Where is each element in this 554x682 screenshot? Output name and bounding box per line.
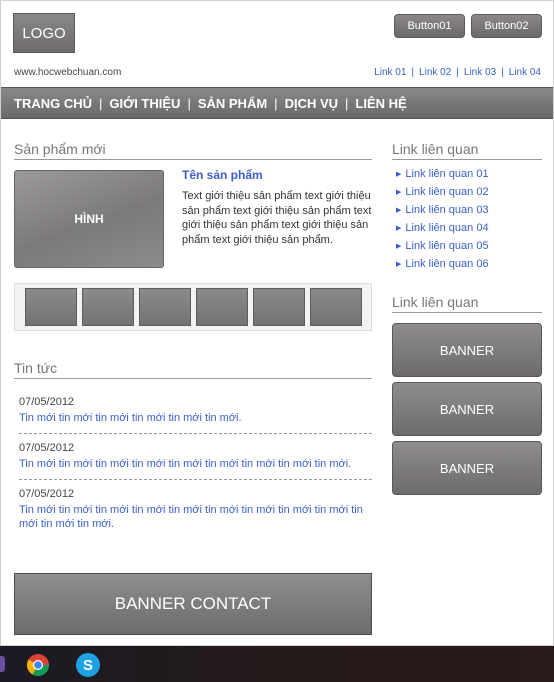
product-name[interactable]: Tên sản phẩm (182, 168, 263, 182)
section-title-news: Tin tức (14, 360, 372, 379)
banner[interactable]: BANNER (392, 441, 542, 495)
nav-item-home[interactable]: TRANG CHỦ (14, 96, 92, 111)
button02[interactable]: Button02 (471, 14, 542, 38)
related-link[interactable]: ▶ Link liên quan 05 (396, 237, 489, 255)
related-link-label: Link liên quan 04 (405, 222, 489, 234)
news-link[interactable]: Tin mới tin mới tin mới tin mới tin mới … (19, 411, 372, 425)
top-link-04[interactable]: Link 04 (509, 67, 541, 78)
separator: | (501, 67, 504, 78)
triangle-bullet-icon: ▶ (396, 207, 402, 214)
separator: | (274, 95, 278, 111)
skype-icon[interactable]: S (76, 653, 100, 677)
banner[interactable]: BANNER (392, 323, 542, 377)
triangle-bullet-icon: ▶ (396, 225, 402, 232)
top-link-01[interactable]: Link 01 (374, 67, 406, 78)
related-link[interactable]: ▶ Link liên quan 06 (396, 255, 489, 273)
chrome-icon[interactable] (26, 653, 50, 677)
thumbnail[interactable] (196, 288, 248, 326)
banner-contact[interactable]: BANNER CONTACT (14, 573, 372, 635)
thumbnail[interactable] (25, 288, 77, 326)
related-link[interactable]: ▶ Link liên quan 03 (396, 201, 489, 219)
triangle-bullet-icon: ▶ (396, 243, 402, 250)
main-nav: TRANG CHỦ | GIỚI THIỆU | SẢN PHẨM | DỊCH… (1, 87, 553, 119)
related-link-label: Link liên quan 05 (405, 240, 489, 252)
thumbnail[interactable] (139, 288, 191, 326)
button01[interactable]: Button01 (394, 14, 465, 38)
separator: | (345, 95, 349, 111)
section-title-banners: Link liên quan (392, 294, 542, 313)
nav-item-services[interactable]: DỊCH VỤ (285, 96, 338, 111)
news-date: 07/05/2012 (19, 396, 75, 408)
nav-item-about[interactable]: GIỚI THIỆU (109, 96, 180, 111)
news-item: 07/05/2012 Tin mới tin mới tin mới tin m… (19, 396, 372, 434)
thumbnail-strip (14, 283, 372, 331)
nav-item-contact[interactable]: LIÊN HỆ (355, 96, 406, 111)
news-item: 07/05/2012 Tin mới tin mới tin mới tin m… (19, 488, 372, 539)
banner[interactable]: BANNER (392, 382, 542, 436)
separator: | (187, 95, 191, 111)
top-link-03[interactable]: Link 03 (464, 67, 496, 78)
thumbnail[interactable] (253, 288, 305, 326)
section-title-related-links: Link liên quan (392, 141, 542, 160)
triangle-bullet-icon: ▶ (396, 171, 402, 178)
separator: | (99, 95, 103, 111)
site-url: www.hocwebchuan.com (14, 67, 122, 78)
news-date: 07/05/2012 (19, 488, 75, 500)
product-image[interactable]: HÌNH (14, 170, 164, 268)
top-link-02[interactable]: Link 02 (419, 67, 451, 78)
related-links-list: ▶ Link liên quan 01 ▶ Link liên quan 02 ▶ L… (396, 165, 489, 273)
related-link-label: Link liên quan 06 (405, 258, 489, 270)
thumbnail[interactable] (310, 288, 362, 326)
related-link[interactable]: ▶ Link liên quan 04 (396, 219, 489, 237)
related-link-label: Link liên quan 03 (405, 204, 489, 216)
news-date: 07/05/2012 (19, 442, 75, 454)
logo[interactable]: LOGO (13, 13, 75, 53)
web-page: LOGO Button01 Button02 www.hocwebchuan.c… (0, 0, 554, 646)
product-description: Text giới thiệu sản phẩm text giới thiệu… (182, 190, 372, 246)
separator: | (456, 67, 459, 78)
related-link[interactable]: ▶ Link liên quan 01 (396, 165, 489, 183)
thumbnail[interactable] (82, 288, 134, 326)
triangle-bullet-icon: ▶ (396, 189, 402, 196)
top-links: Link 01 | Link 02 | Link 03 | Link 04 (374, 67, 541, 78)
news-link[interactable]: Tin mới tin mới tin mới tin mới tin mới … (19, 503, 372, 531)
news-list: 07/05/2012 Tin mới tin mới tin mới tin m… (19, 396, 372, 547)
taskbar-edge (0, 656, 5, 672)
related-link-label: Link liên quan 02 (405, 186, 489, 198)
news-link[interactable]: Tin mới tin mới tin mới tin mới tin mới … (19, 457, 372, 471)
nav-item-products[interactable]: SẢN PHẨM (198, 96, 267, 111)
section-title-products: Sản phẩm mới (14, 141, 372, 160)
separator: | (411, 67, 415, 78)
taskbar: S (0, 646, 554, 682)
triangle-bullet-icon: ▶ (396, 261, 402, 268)
related-link[interactable]: ▶ Link liên quan 02 (396, 183, 489, 201)
news-item: 07/05/2012 Tin mới tin mới tin mới tin m… (19, 442, 372, 480)
related-link-label: Link liên quan 01 (405, 168, 489, 180)
